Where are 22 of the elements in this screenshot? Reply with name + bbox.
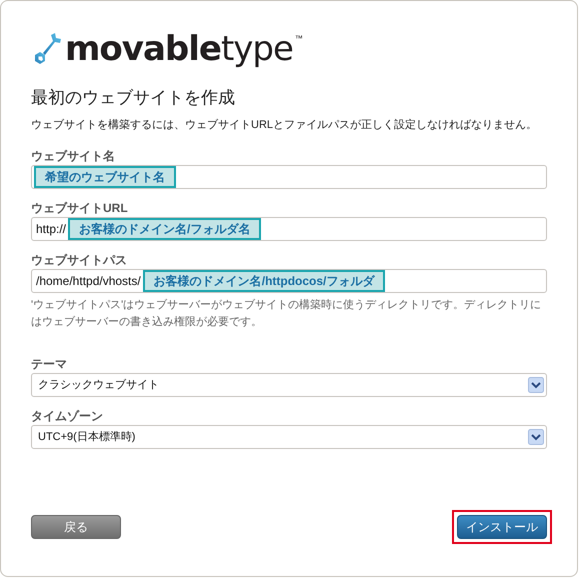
page-title: 最初のウェブサイトを作成 [31, 87, 236, 109]
highlighted-text: お客様のドメイン名/フォルダ名 [68, 218, 262, 240]
help-text: 'ウェブサイトパス'はウェブサーバーがウェブサイトの構築時に使うディレクトリです。ディレクトリにはウェブサーバーの書き込み権限が必要です。 [31, 298, 542, 330]
dropdown-field[interactable]: クラシックウェブサイト [31, 373, 547, 397]
input-prefix: http:// [35, 221, 68, 238]
back-button[interactable]: 戻る [31, 515, 121, 539]
field-label: ウェブサイトパス [31, 253, 127, 267]
input-field[interactable]: /home/httpd/vhosts/ お客様のドメイン名/httpdocos/フォルダ [31, 269, 547, 293]
trademark-mark: ™ [294, 33, 303, 45]
input-prefix: /home/httpd/vhosts/ [35, 273, 142, 290]
input-field[interactable]: http:// お客様のドメイン名/フォルダ名 [31, 217, 547, 241]
install-button[interactable]: インストール [457, 515, 547, 539]
logo-text: movabletype [65, 31, 293, 67]
highlighted-text: お客様のドメイン名/httpdocos/フォルダ [142, 270, 386, 292]
field-label: ウェブサイト名 [31, 149, 115, 163]
input-field[interactable]: 希望のウェブサイト名 [31, 165, 547, 189]
dropdown-field[interactable]: UTC+9(日本標準時) [31, 425, 547, 449]
highlighted-text: 希望のウェブサイト名 [34, 166, 176, 188]
field-label: タイムゾーン [31, 409, 103, 423]
field-label: テーマ [31, 357, 67, 371]
description-text: ウェブサイトを構築するには、ウェブサイトURLとファイルパスが正しく設定しなければなりません。 [31, 118, 538, 133]
field-label: ウェブサイトURL [31, 201, 128, 215]
